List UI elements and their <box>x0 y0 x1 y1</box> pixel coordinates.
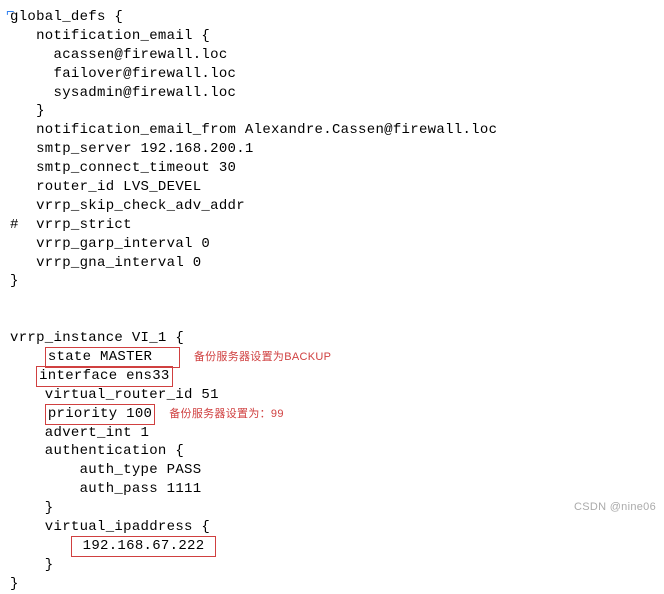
watermark: CSDN @nine06 <box>574 500 656 515</box>
config-line: auth_type PASS <box>10 461 654 480</box>
config-line: interface ens33 <box>10 367 654 386</box>
indent <box>10 349 45 365</box>
config-line: state MASTER 备份服务器设置为BACKUP <box>10 348 654 367</box>
config-line: auth_pass 1111 <box>10 480 654 499</box>
config-line: vrrp_skip_check_adv_addr <box>10 197 654 216</box>
highlight-priority: priority 100 <box>45 404 155 425</box>
config-line: router_id LVS_DEVEL <box>10 178 654 197</box>
config-line <box>10 291 654 310</box>
config-line: sysadmin@firewall.loc <box>10 84 654 103</box>
config-line: } <box>10 556 654 575</box>
config-line: global_defs { <box>10 8 654 27</box>
config-line: failover@firewall.loc <box>10 65 654 84</box>
config-line: } <box>10 272 654 291</box>
config-line: priority 100 备份服务器设置为：99 <box>10 405 654 424</box>
config-line: authentication { <box>10 442 654 461</box>
config-line: notification_email_from Alexandre.Cassen… <box>10 121 654 140</box>
indent <box>10 368 36 384</box>
highlight-vip: 192.168.67.222 <box>71 536 216 557</box>
config-line: virtual_ipaddress { <box>10 518 654 537</box>
config-line: virtual_router_id 51 <box>10 386 654 405</box>
config-line: # vrrp_strict <box>10 216 654 235</box>
config-line: } <box>10 575 654 594</box>
config-line: notification_email { <box>10 27 654 46</box>
config-line: acassen@firewall.loc <box>10 46 654 65</box>
annotation-priority: 备份服务器设置为：99 <box>169 408 284 420</box>
config-line: vrrp_gna_interval 0 <box>10 254 654 273</box>
highlight-interface: interface ens33 <box>36 366 173 387</box>
config-line: smtp_connect_timeout 30 <box>10 159 654 178</box>
config-line: vrrp_instance VI_1 { <box>10 329 654 348</box>
annotation-backup: 备份服务器设置为BACKUP <box>194 351 331 363</box>
config-line: 192.168.67.222 <box>10 537 654 556</box>
config-line: smtp_server 192.168.200.1 <box>10 140 654 159</box>
config-line: vrrp_garp_interval 0 <box>10 235 654 254</box>
indent <box>10 538 71 554</box>
config-line: } <box>10 499 654 518</box>
config-line: } <box>10 102 654 121</box>
indent <box>10 406 45 422</box>
config-line <box>10 310 654 329</box>
highlight-state: state MASTER <box>45 347 180 368</box>
config-line: advert_int 1 <box>10 424 654 443</box>
